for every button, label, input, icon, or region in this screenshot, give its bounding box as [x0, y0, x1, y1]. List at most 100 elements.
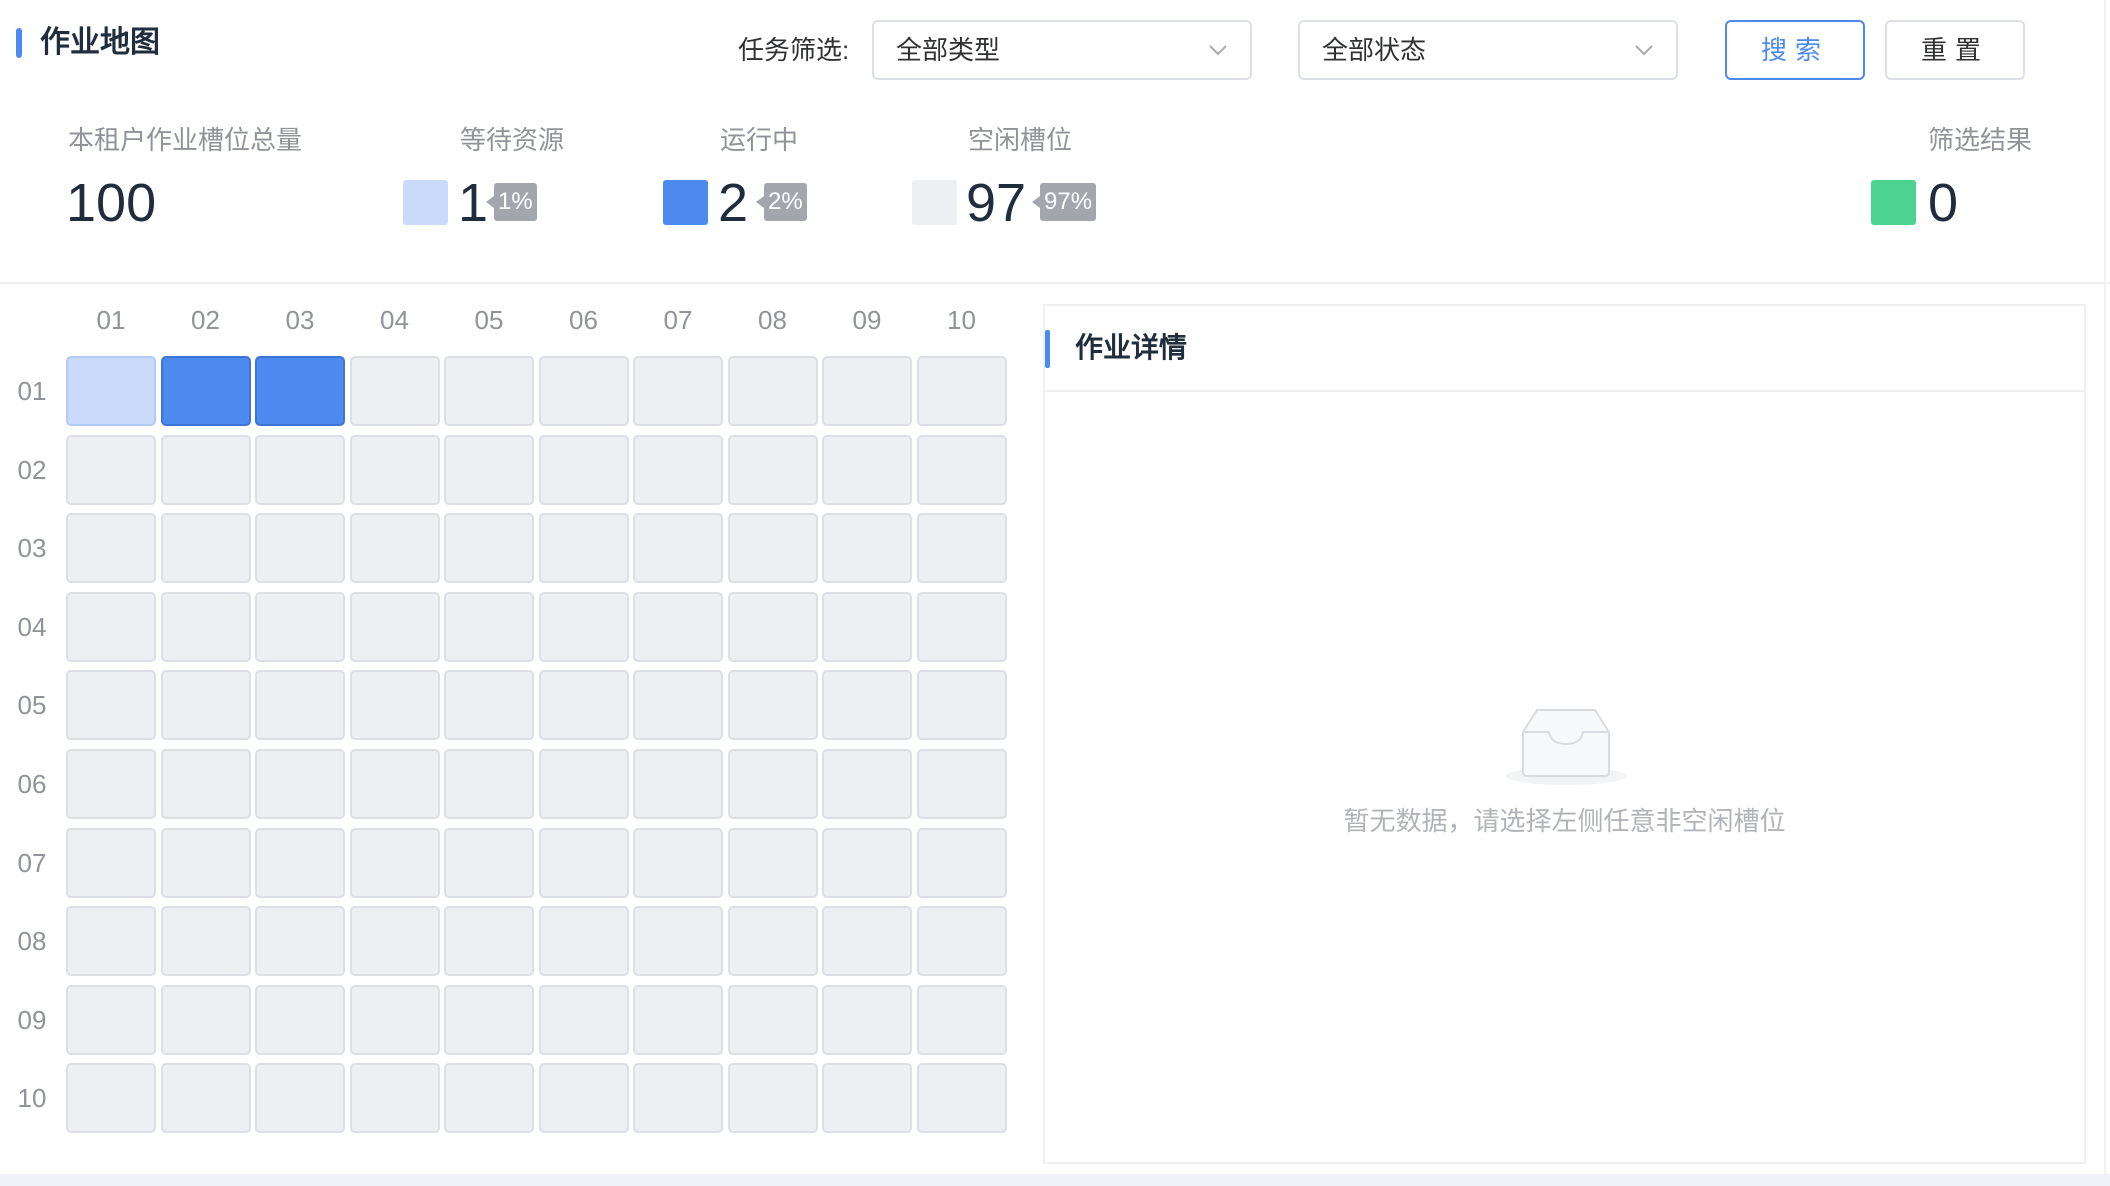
slot-cell-idle[interactable]	[66, 513, 156, 584]
slot-cell-idle[interactable]	[349, 827, 440, 898]
slot-cell-idle[interactable]	[916, 749, 1007, 819]
slot-cell-idle[interactable]	[255, 984, 345, 1055]
slot-cell-idle[interactable]	[822, 591, 912, 662]
slot-cell-idle[interactable]	[349, 749, 440, 819]
slot-cell-idle[interactable]	[633, 749, 723, 819]
slot-cell-idle[interactable]	[444, 513, 534, 584]
slot-cell-idle[interactable]	[916, 591, 1007, 662]
slot-cell-idle[interactable]	[633, 984, 723, 1055]
slot-cell-idle[interactable]	[444, 906, 534, 977]
slot-cell-idle[interactable]	[255, 513, 345, 584]
slot-cell-idle[interactable]	[822, 513, 912, 584]
slot-cell-idle[interactable]	[633, 906, 723, 977]
slot-cell-idle[interactable]	[916, 1063, 1007, 1134]
slot-cell-idle[interactable]	[66, 749, 156, 819]
slot-cell-idle[interactable]	[822, 434, 912, 505]
slot-cell-idle[interactable]	[727, 827, 818, 898]
slot-cell-idle[interactable]	[822, 984, 912, 1055]
slot-cell-idle[interactable]	[160, 670, 251, 741]
slot-cell-idle[interactable]	[66, 984, 156, 1055]
slot-cell-idle[interactable]	[916, 906, 1007, 977]
slot-cell-idle[interactable]	[538, 1063, 629, 1134]
slot-cell-idle[interactable]	[66, 1063, 156, 1134]
slot-cell-idle[interactable]	[538, 670, 629, 741]
slot-cell-idle[interactable]	[727, 356, 818, 426]
slot-cell-idle[interactable]	[444, 749, 534, 819]
slot-cell-idle[interactable]	[916, 984, 1007, 1055]
slot-cell-idle[interactable]	[727, 670, 818, 741]
slot-cell-idle[interactable]	[349, 906, 440, 977]
slot-cell-idle[interactable]	[916, 434, 1007, 505]
slot-cell-idle[interactable]	[349, 591, 440, 662]
slot-cell-idle[interactable]	[349, 670, 440, 741]
slot-cell-idle[interactable]	[66, 591, 156, 662]
slot-cell-idle[interactable]	[822, 670, 912, 741]
reset-button[interactable]: 重置	[1885, 20, 2025, 80]
slot-cell-idle[interactable]	[822, 827, 912, 898]
slot-cell-idle[interactable]	[66, 906, 156, 977]
slot-cell-idle[interactable]	[727, 749, 818, 819]
slot-cell-idle[interactable]	[255, 591, 345, 662]
slot-cell-idle[interactable]	[538, 513, 629, 584]
slot-cell-idle[interactable]	[633, 356, 723, 426]
slot-cell-idle[interactable]	[727, 1063, 818, 1134]
slot-cell-idle[interactable]	[633, 670, 723, 741]
slot-cell-idle[interactable]	[444, 670, 534, 741]
slot-cell-idle[interactable]	[160, 749, 251, 819]
slot-cell-idle[interactable]	[444, 1063, 534, 1134]
slot-cell-idle[interactable]	[349, 1063, 440, 1134]
slot-cell-running[interactable]	[255, 356, 345, 426]
slot-cell-idle[interactable]	[444, 434, 534, 505]
slot-cell-idle[interactable]	[538, 434, 629, 505]
slot-cell-idle[interactable]	[66, 827, 156, 898]
slot-cell-idle[interactable]	[255, 434, 345, 505]
slot-cell-idle[interactable]	[538, 749, 629, 819]
slot-cell-idle[interactable]	[349, 356, 440, 426]
slot-cell-idle[interactable]	[633, 513, 723, 584]
slot-cell-idle[interactable]	[255, 827, 345, 898]
slot-cell-running[interactable]	[160, 356, 251, 426]
slot-cell-idle[interactable]	[255, 906, 345, 977]
slot-cell-idle[interactable]	[160, 984, 251, 1055]
slot-cell-idle[interactable]	[727, 513, 818, 584]
slot-cell-idle[interactable]	[349, 984, 440, 1055]
slot-cell-idle[interactable]	[727, 984, 818, 1055]
slot-cell-idle[interactable]	[633, 827, 723, 898]
slot-cell-idle[interactable]	[538, 827, 629, 898]
slot-cell-idle[interactable]	[538, 984, 629, 1055]
slot-cell-idle[interactable]	[66, 670, 156, 741]
slot-cell-idle[interactable]	[160, 827, 251, 898]
slot-cell-idle[interactable]	[538, 591, 629, 662]
slot-cell-idle[interactable]	[444, 356, 534, 426]
task-type-select[interactable]: 全部类型	[872, 20, 1252, 80]
search-button[interactable]: 搜索	[1725, 20, 1865, 80]
slot-cell-idle[interactable]	[822, 749, 912, 819]
slot-cell-idle[interactable]	[822, 906, 912, 977]
slot-cell-idle[interactable]	[349, 434, 440, 505]
slot-cell-idle[interactable]	[727, 591, 818, 662]
slot-cell-idle[interactable]	[255, 670, 345, 741]
slot-cell-idle[interactable]	[160, 513, 251, 584]
slot-cell-waiting[interactable]	[66, 356, 156, 426]
slot-cell-idle[interactable]	[444, 827, 534, 898]
slot-cell-idle[interactable]	[255, 749, 345, 819]
slot-cell-idle[interactable]	[916, 670, 1007, 741]
slot-cell-idle[interactable]	[444, 984, 534, 1055]
slot-cell-idle[interactable]	[349, 513, 440, 584]
slot-cell-idle[interactable]	[633, 591, 723, 662]
slot-cell-idle[interactable]	[822, 1063, 912, 1134]
slot-cell-idle[interactable]	[160, 906, 251, 977]
slot-cell-idle[interactable]	[916, 356, 1007, 426]
slot-cell-idle[interactable]	[916, 827, 1007, 898]
slot-cell-idle[interactable]	[160, 591, 251, 662]
slot-cell-idle[interactable]	[633, 1063, 723, 1134]
slot-cell-idle[interactable]	[160, 1063, 251, 1134]
task-status-select[interactable]: 全部状态	[1298, 20, 1678, 80]
slot-cell-idle[interactable]	[633, 434, 723, 505]
slot-cell-idle[interactable]	[538, 356, 629, 426]
slot-cell-idle[interactable]	[822, 356, 912, 426]
slot-cell-idle[interactable]	[66, 434, 156, 505]
slot-cell-idle[interactable]	[727, 906, 818, 977]
slot-cell-idle[interactable]	[160, 434, 251, 505]
slot-cell-idle[interactable]	[444, 591, 534, 662]
